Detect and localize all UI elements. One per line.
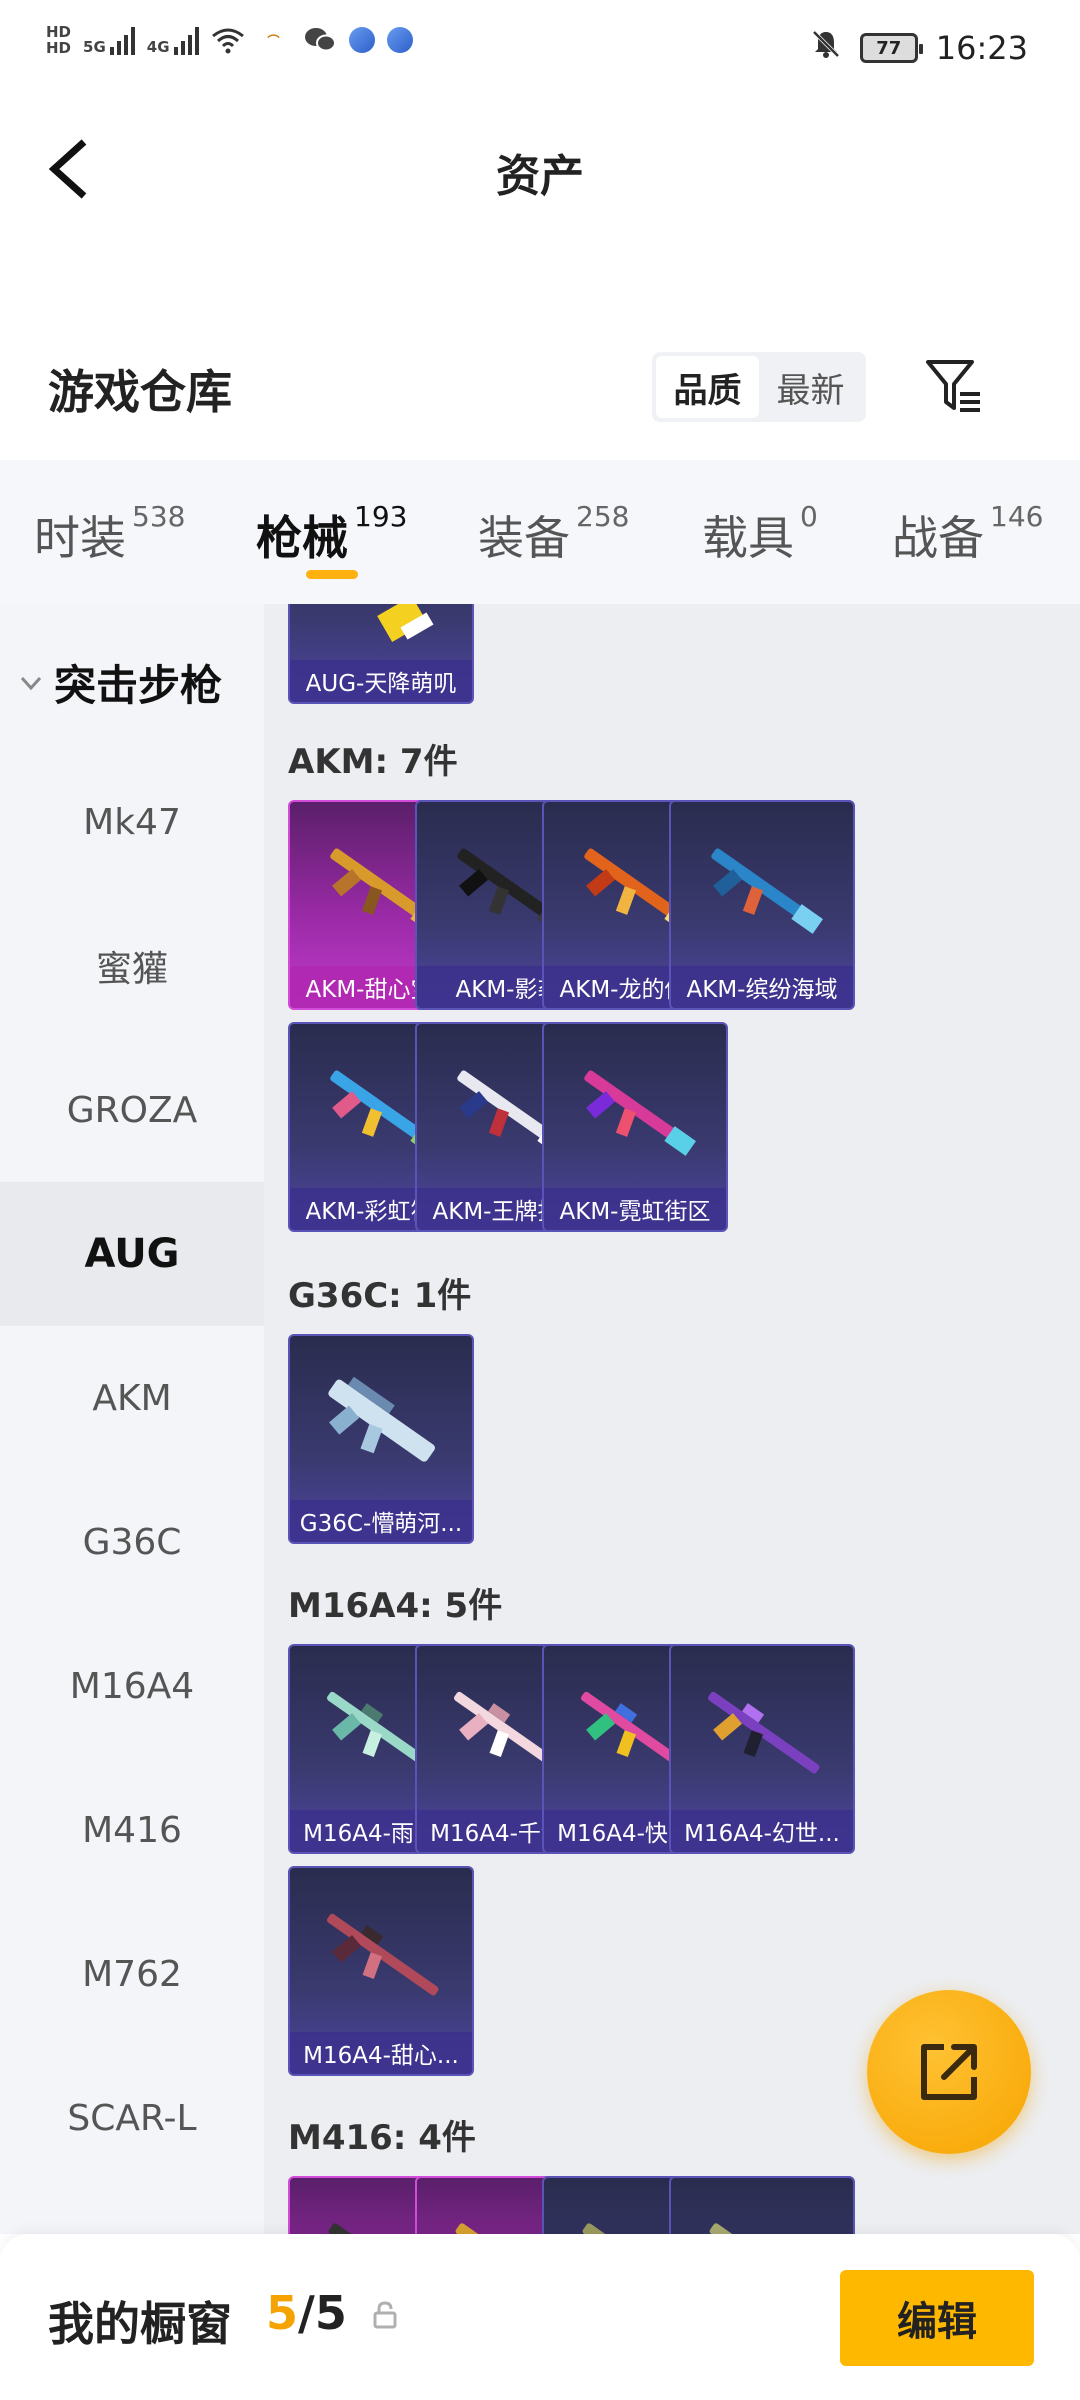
skin-card[interactable]: M16A4-甜心... xyxy=(288,1866,474,2076)
edit-button[interactable]: 编辑 xyxy=(840,2270,1034,2366)
sort-by-newest[interactable]: 最新 xyxy=(759,356,862,418)
share-icon xyxy=(921,2044,977,2100)
tab-equipment[interactable]: 装备 258 xyxy=(478,500,629,568)
wechat-icon xyxy=(303,25,337,55)
skin-name: M16A4-幻世... xyxy=(671,1810,853,1852)
group-title-g36c: G36C: 1件 xyxy=(288,1276,472,1316)
lock-icon xyxy=(373,2301,397,2329)
sidebar-item-mk47[interactable]: Mk47 xyxy=(0,750,264,894)
skin-card[interactable]: G36C-懵萌河... xyxy=(288,1334,474,1544)
sidebar-category-assault-rifle[interactable]: 突击步枪 xyxy=(18,652,222,713)
status-bar: HD HD 5G 4G ⌒ 77 16:23 xyxy=(0,0,1080,100)
skin-card[interactable]: M16A4-幻世... xyxy=(669,1644,855,1854)
chevron-down-icon xyxy=(20,676,42,690)
rifle-icon xyxy=(328,1376,436,1462)
rifle-icon xyxy=(584,1070,696,1156)
skin-card[interactable]: AKM-霓虹街区 xyxy=(542,1022,728,1232)
rifle-icon xyxy=(709,2223,820,2234)
hd-indicator: HD HD xyxy=(46,23,72,57)
sidebar-item-scar-l[interactable]: SCAR-L xyxy=(0,2046,264,2190)
tab-vehicles[interactable]: 载具 0 xyxy=(702,500,818,568)
showcase-bar: 我的橱窗 5/5 编辑 xyxy=(0,2234,1080,2400)
showcase-count: 5/5 xyxy=(266,2286,347,2340)
honor-app-icon: ⌒ xyxy=(267,33,280,48)
active-tab-indicator xyxy=(306,570,358,579)
skin-name: G36C-懵萌河... xyxy=(290,1500,472,1542)
skin-name: AKM-缤纷海域 xyxy=(671,966,853,1008)
sidebar-item-m16a4[interactable]: M16A4 xyxy=(0,1614,264,1758)
rifle-icon xyxy=(327,1913,439,1996)
mute-bell-icon xyxy=(810,28,842,68)
sidebar-item-aug[interactable]: AUG xyxy=(0,1182,264,1326)
app-notification-icon xyxy=(348,27,375,53)
tab-combat-gear[interactable]: 战备 146 xyxy=(892,500,1043,568)
app-notification-icon xyxy=(386,27,413,53)
header: 资产 xyxy=(0,100,1080,240)
category-tabs: 时装 538 枪械 193 装备 258 载具 0 战备 146 xyxy=(0,460,1080,604)
group-title-m416: M416: 4件 xyxy=(288,2118,476,2158)
sidebar-item-akm[interactable]: AKM xyxy=(0,1326,264,1470)
sidebar-item-g36c[interactable]: G36C xyxy=(0,1470,264,1614)
warehouse-title: 游戏仓库 xyxy=(48,365,232,419)
sidebar-item-m762[interactable]: M762 xyxy=(0,1902,264,2046)
wifi-icon xyxy=(211,25,245,55)
skin-name: AKM-霓虹街区 xyxy=(544,1188,726,1230)
tab-costumes[interactable]: 时装 538 xyxy=(34,500,185,568)
signal-5g-icon: 5G xyxy=(83,25,135,55)
signal-4g-icon: 4G xyxy=(147,25,199,55)
sort-toggle: 品质 最新 xyxy=(652,352,866,422)
filter-icon[interactable] xyxy=(922,354,986,418)
rifle-icon xyxy=(708,1691,820,1774)
showcase-title: 我的橱窗 xyxy=(48,2297,232,2351)
skin-card[interactable] xyxy=(669,2176,855,2234)
group-title-m16a4: M16A4: 5件 xyxy=(288,1586,503,1626)
rifle-icon xyxy=(711,848,823,934)
battery-icon: 77 xyxy=(859,33,923,63)
clock: 16:23 xyxy=(935,29,1028,67)
tab-firearms[interactable]: 枪械 193 xyxy=(256,500,407,568)
sidebar-item-m416[interactable]: M416 xyxy=(0,1758,264,1902)
gun-skin-icon xyxy=(377,604,434,642)
skin-name: M16A4-甜心... xyxy=(290,2032,472,2074)
skin-card[interactable]: AUG-天降萌叽 xyxy=(288,604,474,704)
skin-name: AUG-天降萌叽 xyxy=(290,660,472,702)
group-title-akm: AKM: 7件 xyxy=(288,742,458,782)
share-button[interactable] xyxy=(867,1990,1031,2154)
warehouse-toolbar: 游戏仓库 品质 最新 xyxy=(0,340,1080,460)
sort-by-quality[interactable]: 品质 xyxy=(656,356,759,418)
page-title: 资产 xyxy=(496,151,584,202)
sidebar-item-groza[interactable]: GROZA xyxy=(0,1038,264,1182)
skin-card[interactable]: AKM-缤纷海域 xyxy=(669,800,855,1010)
weapon-type-sidebar: 突击步枪 Mk47 蜜獾 GROZA AUG AKM G36C M16A4 M4… xyxy=(0,604,264,2234)
sidebar-item-honey-badger[interactable]: 蜜獾 xyxy=(0,894,264,1038)
